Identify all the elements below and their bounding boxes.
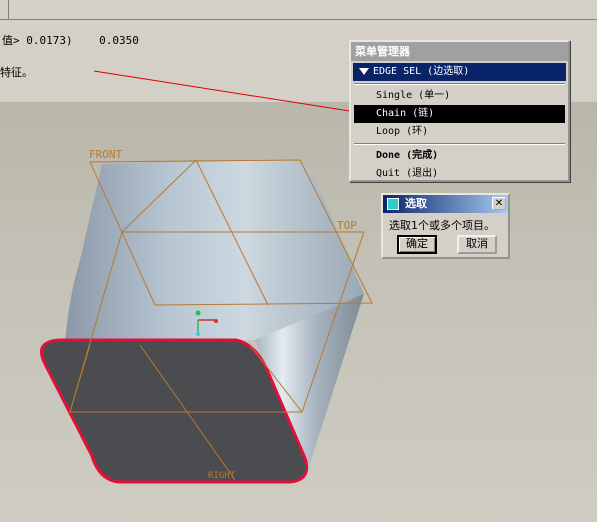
message-line-1: 值> 0.0173) 0.0350 [2, 34, 139, 47]
edge-sel-header[interactable]: EDGE SEL (边选取) [353, 63, 566, 81]
select-dialog-prompt: 选取1个或多个项目。 [389, 219, 495, 232]
menu-item-loop[interactable]: Loop (环) [354, 123, 565, 141]
collapse-arrow-icon [359, 68, 369, 75]
menu-divider [354, 83, 565, 85]
select-dialog: 选取 ✕ 选取1个或多个项目。 确定 取消 [381, 193, 510, 259]
menu-item-chain[interactable]: Chain (链) [354, 105, 565, 123]
message-line-2: 特征。 [0, 66, 33, 79]
menu-item-done[interactable]: Done (完成) [354, 147, 565, 165]
datum-label-right: RIGHT [208, 471, 236, 481]
menu-manager-title: 菜单管理器 [351, 42, 568, 61]
menu-manager: 菜单管理器 EDGE SEL (边选取) Single (单一) Chain (… [349, 40, 570, 182]
top-toolbar [0, 0, 597, 20]
menu-item-single[interactable]: Single (单一) [354, 87, 565, 105]
ok-button[interactable]: 确定 [397, 235, 437, 254]
menu-divider [354, 143, 565, 145]
close-icon[interactable]: ✕ [492, 197, 506, 210]
menu-item-quit[interactable]: Quit (退出) [354, 165, 565, 183]
select-dialog-titlebar[interactable]: 选取 ✕ [383, 195, 508, 213]
dialog-app-icon [387, 198, 399, 210]
datum-label-front: FRONT [89, 148, 123, 161]
edge-sel-label: EDGE SEL (边选取) [373, 66, 470, 77]
toolbar-separator [8, 0, 9, 19]
select-dialog-title: 选取 [405, 197, 427, 210]
cancel-button[interactable]: 取消 [457, 235, 497, 254]
datum-label-top: TOP [337, 219, 357, 232]
